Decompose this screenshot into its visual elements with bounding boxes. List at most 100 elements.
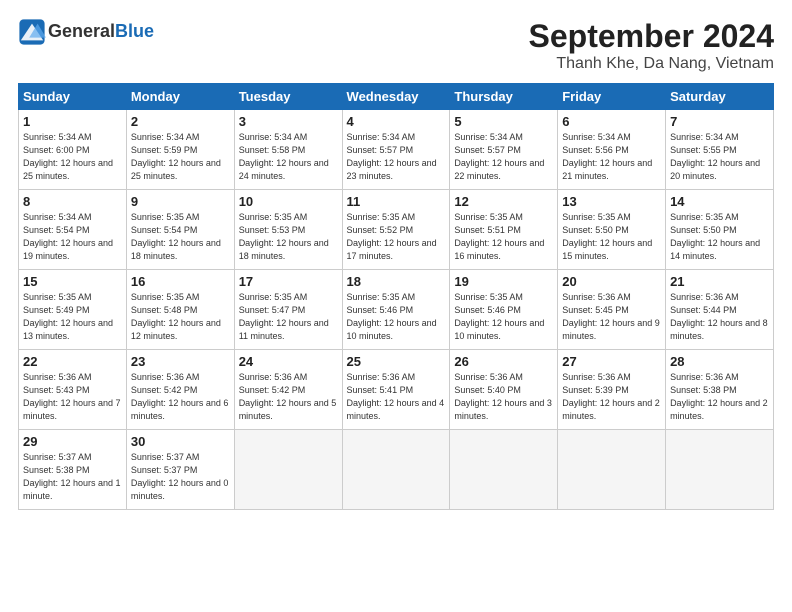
calendar-cell: 2 Sunrise: 5:34 AMSunset: 5:59 PMDaylight… — [126, 110, 234, 190]
calendar-cell: 22 Sunrise: 5:36 AMSunset: 5:43 PMDayligh… — [19, 350, 127, 430]
calendar-cell: 19 Sunrise: 5:35 AMSunset: 5:46 PMDayligh… — [450, 270, 558, 350]
calendar-cell: 9 Sunrise: 5:35 AMSunset: 5:54 PMDaylight… — [126, 190, 234, 270]
day-number: 18 — [347, 274, 446, 289]
calendar-cell: 7 Sunrise: 5:34 AMSunset: 5:55 PMDaylight… — [666, 110, 774, 190]
col-tuesday: Tuesday — [234, 84, 342, 110]
day-info: Sunrise: 5:36 AMSunset: 5:45 PMDaylight:… — [562, 291, 661, 343]
day-number: 8 — [23, 194, 122, 209]
day-number: 29 — [23, 434, 122, 449]
calendar-cell — [342, 430, 450, 510]
calendar-cell: 15Sunrise: 5:35 AMSunset: 5:49 PMDayligh… — [19, 270, 127, 350]
calendar-cell: 30 Sunrise: 5:37 AMSunset: 5:37 PMDayligh… — [126, 430, 234, 510]
calendar-week-row: 1 Sunrise: 5:34 AMSunset: 6:00 PMDaylight… — [19, 110, 774, 190]
day-number: 6 — [562, 114, 661, 129]
day-number: 2 — [131, 114, 230, 129]
day-info: Sunrise: 5:37 AMSunset: 5:38 PMDaylight:… — [23, 451, 122, 503]
day-number: 30 — [131, 434, 230, 449]
calendar-cell: 24 Sunrise: 5:36 AMSunset: 5:42 PMDayligh… — [234, 350, 342, 430]
day-number: 14 — [670, 194, 769, 209]
day-number: 24 — [239, 354, 338, 369]
day-number: 12 — [454, 194, 553, 209]
col-wednesday: Wednesday — [342, 84, 450, 110]
day-info: Sunrise: 5:34 AMSunset: 5:57 PMDaylight:… — [347, 131, 446, 183]
calendar-cell: 25 Sunrise: 5:36 AMSunset: 5:41 PMDayligh… — [342, 350, 450, 430]
calendar-cell — [558, 430, 666, 510]
day-info: Sunrise: 5:35 AMSunset: 5:46 PMDaylight:… — [454, 291, 553, 343]
day-number: 20 — [562, 274, 661, 289]
title-block: September 2024 Thanh Khe, Da Nang, Vietn… — [529, 18, 774, 73]
day-number: 21 — [670, 274, 769, 289]
col-monday: Monday — [126, 84, 234, 110]
day-info: Sunrise: 5:35 AMSunset: 5:52 PMDaylight:… — [347, 211, 446, 263]
day-number: 4 — [347, 114, 446, 129]
calendar-table: Sunday Monday Tuesday Wednesday Thursday… — [18, 83, 774, 510]
day-info: Sunrise: 5:34 AMSunset: 6:00 PMDaylight:… — [23, 131, 122, 183]
calendar-cell: 29 Sunrise: 5:37 AMSunset: 5:38 PMDayligh… — [19, 430, 127, 510]
logo: GeneralBlue — [18, 18, 154, 46]
day-info: Sunrise: 5:36 AMSunset: 5:42 PMDaylight:… — [131, 371, 230, 423]
calendar-cell: 26 Sunrise: 5:36 AMSunset: 5:40 PMDayligh… — [450, 350, 558, 430]
calendar-cell: 27Sunrise: 5:36 AMSunset: 5:39 PMDayligh… — [558, 350, 666, 430]
calendar-cell: 21 Sunrise: 5:36 AMSunset: 5:44 PMDayligh… — [666, 270, 774, 350]
location: Thanh Khe, Da Nang, Vietnam — [529, 55, 774, 73]
calendar-cell: 14Sunrise: 5:35 AMSunset: 5:50 PMDayligh… — [666, 190, 774, 270]
day-number: 28 — [670, 354, 769, 369]
day-info: Sunrise: 5:35 AMSunset: 5:51 PMDaylight:… — [454, 211, 553, 263]
day-number: 7 — [670, 114, 769, 129]
calendar-header-row: Sunday Monday Tuesday Wednesday Thursday… — [19, 84, 774, 110]
calendar-cell: 20 Sunrise: 5:36 AMSunset: 5:45 PMDayligh… — [558, 270, 666, 350]
day-info: Sunrise: 5:37 AMSunset: 5:37 PMDaylight:… — [131, 451, 230, 503]
day-info: Sunrise: 5:35 AMSunset: 5:46 PMDaylight:… — [347, 291, 446, 343]
day-info: Sunrise: 5:36 AMSunset: 5:40 PMDaylight:… — [454, 371, 553, 423]
logo-text: GeneralBlue — [48, 22, 154, 42]
day-number: 19 — [454, 274, 553, 289]
day-number: 26 — [454, 354, 553, 369]
calendar-cell — [666, 430, 774, 510]
col-friday: Friday — [558, 84, 666, 110]
day-info: Sunrise: 5:35 AMSunset: 5:49 PMDaylight:… — [23, 291, 122, 343]
col-saturday: Saturday — [666, 84, 774, 110]
day-info: Sunrise: 5:34 AMSunset: 5:58 PMDaylight:… — [239, 131, 338, 183]
logo-blue: Blue — [115, 21, 154, 41]
day-info: Sunrise: 5:34 AMSunset: 5:55 PMDaylight:… — [670, 131, 769, 183]
day-number: 5 — [454, 114, 553, 129]
calendar-week-row: 29 Sunrise: 5:37 AMSunset: 5:38 PMDayligh… — [19, 430, 774, 510]
calendar-cell: 12 Sunrise: 5:35 AMSunset: 5:51 PMDayligh… — [450, 190, 558, 270]
day-number: 11 — [347, 194, 446, 209]
day-number: 10 — [239, 194, 338, 209]
day-info: Sunrise: 5:35 AMSunset: 5:53 PMDaylight:… — [239, 211, 338, 263]
day-info: Sunrise: 5:36 AMSunset: 5:41 PMDaylight:… — [347, 371, 446, 423]
calendar-cell: 13Sunrise: 5:35 AMSunset: 5:50 PMDayligh… — [558, 190, 666, 270]
day-number: 9 — [131, 194, 230, 209]
day-info: Sunrise: 5:36 AMSunset: 5:42 PMDaylight:… — [239, 371, 338, 423]
day-number: 25 — [347, 354, 446, 369]
calendar-week-row: 8 Sunrise: 5:34 AMSunset: 5:54 PMDaylight… — [19, 190, 774, 270]
calendar-cell: 23Sunrise: 5:36 AMSunset: 5:42 PMDayligh… — [126, 350, 234, 430]
calendar-cell: 11 Sunrise: 5:35 AMSunset: 5:52 PMDayligh… — [342, 190, 450, 270]
day-number: 3 — [239, 114, 338, 129]
day-info: Sunrise: 5:34 AMSunset: 5:54 PMDaylight:… — [23, 211, 122, 263]
calendar-cell: 1 Sunrise: 5:34 AMSunset: 6:00 PMDaylight… — [19, 110, 127, 190]
day-number: 1 — [23, 114, 122, 129]
day-info: Sunrise: 5:34 AMSunset: 5:59 PMDaylight:… — [131, 131, 230, 183]
calendar-page: GeneralBlue September 2024 Thanh Khe, Da… — [0, 0, 792, 612]
day-number: 22 — [23, 354, 122, 369]
calendar-cell: 5 Sunrise: 5:34 AMSunset: 5:57 PMDaylight… — [450, 110, 558, 190]
day-info: Sunrise: 5:36 AMSunset: 5:38 PMDaylight:… — [670, 371, 769, 423]
calendar-cell: 8 Sunrise: 5:34 AMSunset: 5:54 PMDaylight… — [19, 190, 127, 270]
calendar-cell: 4 Sunrise: 5:34 AMSunset: 5:57 PMDaylight… — [342, 110, 450, 190]
day-number: 13 — [562, 194, 661, 209]
calendar-cell: 3 Sunrise: 5:34 AMSunset: 5:58 PMDaylight… — [234, 110, 342, 190]
calendar-cell: 18 Sunrise: 5:35 AMSunset: 5:46 PMDayligh… — [342, 270, 450, 350]
calendar-week-row: 15Sunrise: 5:35 AMSunset: 5:49 PMDayligh… — [19, 270, 774, 350]
day-info: Sunrise: 5:36 AMSunset: 5:43 PMDaylight:… — [23, 371, 122, 423]
day-info: Sunrise: 5:36 AMSunset: 5:44 PMDaylight:… — [670, 291, 769, 343]
calendar-cell — [450, 430, 558, 510]
day-info: Sunrise: 5:35 AMSunset: 5:48 PMDaylight:… — [131, 291, 230, 343]
day-info: Sunrise: 5:34 AMSunset: 5:57 PMDaylight:… — [454, 131, 553, 183]
day-info: Sunrise: 5:35 AMSunset: 5:54 PMDaylight:… — [131, 211, 230, 263]
day-number: 16 — [131, 274, 230, 289]
calendar-week-row: 22 Sunrise: 5:36 AMSunset: 5:43 PMDayligh… — [19, 350, 774, 430]
day-info: Sunrise: 5:35 AMSunset: 5:47 PMDaylight:… — [239, 291, 338, 343]
calendar-cell: 17Sunrise: 5:35 AMSunset: 5:47 PMDayligh… — [234, 270, 342, 350]
